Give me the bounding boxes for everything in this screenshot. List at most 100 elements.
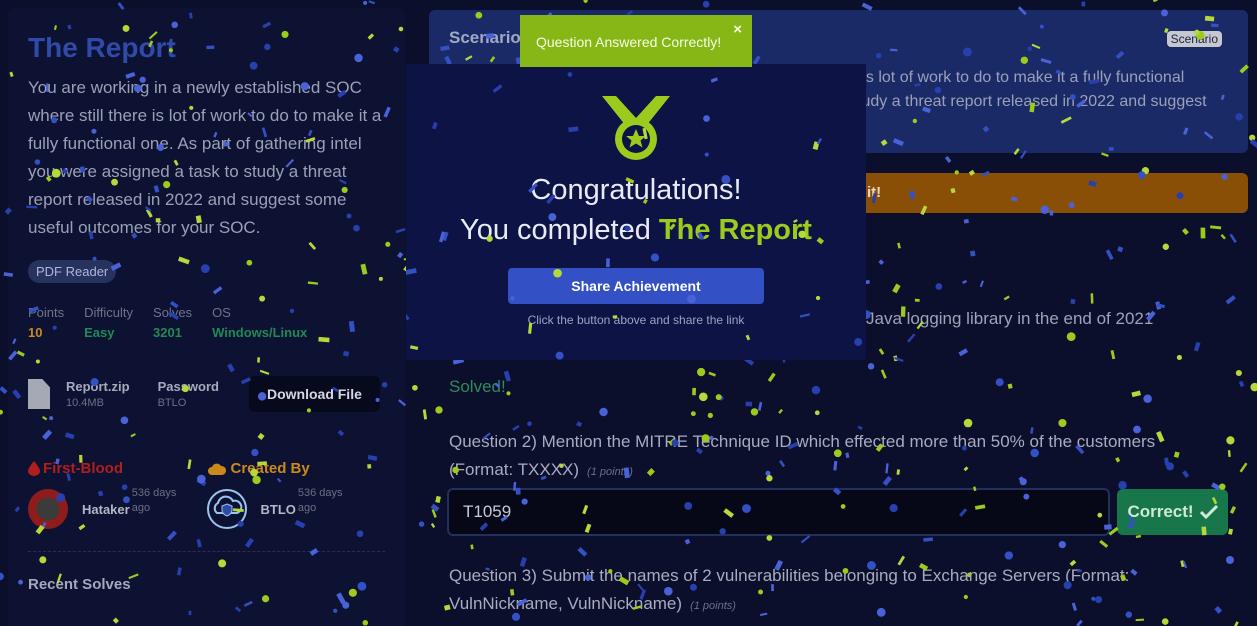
confetti-piece [1066,332,1076,342]
confetti-piece [576,421,583,428]
success-toast: Question Answered Correctly! × [520,15,752,67]
confetti-piece [702,0,710,8]
confetti-piece [979,280,984,288]
confetti-piece [897,242,901,249]
confetti-piece [1099,539,1109,548]
confetti-piece [1143,394,1152,403]
confetti-piece [1058,540,1066,549]
user-time: 536 days ago [131,487,177,514]
cloud-icon [207,463,226,475]
confetti-piece [715,394,722,401]
confetti-piece [577,547,588,557]
stat-value: Easy [84,325,115,340]
confetti-piece [878,348,885,355]
confetti-piece [430,522,436,528]
scenario-text: e is lot of work to do to make it a full… [849,69,1207,110]
first-blood-label: First-Blood [43,460,123,477]
confetti-piece [1058,418,1067,428]
confetti-piece [1210,225,1222,230]
confetti-piece [431,509,437,518]
confetti-piece [710,77,718,83]
file-download-row: Report.zip 10.4MB Password BTLO Download… [28,376,385,412]
confetti-piece [435,406,443,414]
confetti-piece [969,250,976,257]
download-file-button[interactable]: Download File [248,376,380,412]
confetti-piece [745,401,753,407]
confetti-piece [1110,349,1116,360]
confetti-piece [432,122,438,130]
question-2-answer-input[interactable] [447,488,1110,536]
confetti-piece [1238,380,1245,388]
confetti-piece [878,259,885,266]
confetti-piece [1004,551,1014,560]
question-2-points: (1 points) [587,466,633,478]
confetti-piece [567,72,573,77]
stat-points: Points 10 [28,305,64,340]
stat-value: 10 [28,325,43,340]
confetti-piece [1003,295,1010,301]
creator-user[interactable]: BTLO 536 days ago [206,487,386,529]
confetti-piece [778,408,783,414]
stat-solves: Solves 3201 [153,305,192,340]
user-name[interactable]: BTLO [261,502,296,517]
confetti-piece [894,356,904,362]
avatar [206,489,247,529]
confetti-piece [814,410,820,416]
lab-title: The Report [28,32,176,63]
completed-line: You completed The Report [406,214,866,247]
share-achievement-button[interactable]: Share Achievement [508,268,764,304]
question-2-text: Question 2) Mention the MITRE Technique … [449,432,1156,479]
file-password: Password BTLO [158,379,219,409]
completed-prefix: You completed [460,214,651,246]
confetti-piece [944,155,952,163]
confetti-piece [750,408,759,416]
confetti-piece [698,392,708,402]
file-size: 10.4MB [66,397,104,409]
confetti-piece [914,298,920,302]
stat-label: Solves [153,305,193,320]
file-name: Report.zip [66,379,130,394]
stat-value: 3201 [153,325,182,340]
confetti-piece [406,268,417,275]
recent-solves-heading: Recent Solves [28,576,131,593]
confetti-piece [1226,436,1235,445]
password-value: BTLO [157,397,187,409]
confetti-piece [704,152,709,157]
confetti-piece [606,258,610,268]
confetti-piece [0,572,4,581]
confetti-piece [650,253,660,262]
correct-button[interactable]: Correct! [1117,489,1228,535]
stat-value: Windows/Linux [212,325,308,340]
user-name[interactable]: Hataker [82,502,130,517]
warning-text: it! [867,184,882,201]
confetti-piece [1228,528,1234,535]
confetti-piece [811,385,821,395]
completed-lab-name: The Report [658,214,812,246]
scenario-badge: Scenario [1166,31,1222,47]
tool-tag[interactable]: PDF Reader [28,260,117,283]
confetti-piece [1200,227,1206,239]
first-blood-user[interactable]: Hataker 536 days ago [28,487,207,529]
close-icon[interactable]: × [733,21,742,38]
confetti-piece [757,401,763,411]
confetti-piece [1193,341,1201,352]
confetti-piece [867,363,875,370]
confetti-piece [1090,293,1094,304]
confetti-piece [363,0,368,5]
confetti-piece [1076,619,1083,626]
file-icon [28,379,50,409]
confetti-piece [368,0,376,5]
confetti-piece [1227,450,1231,458]
shield-cloud-icon [213,495,242,517]
confetti-piece [815,295,821,301]
confetti-piece [1155,301,1162,310]
lab-description: You are working in a newly established S… [28,78,382,237]
confetti-piece [812,141,820,150]
stat-difficulty: Difficulty Easy [84,305,133,340]
confetti-piece [492,84,503,93]
file-info: Report.zip 10.4MB [66,379,130,409]
confetti-piece [1225,295,1236,305]
check-icon [1199,505,1218,519]
lab-sidebar: The Report You are working in a newly es… [8,8,405,626]
stat-os: OS Windows/Linux [212,305,307,340]
